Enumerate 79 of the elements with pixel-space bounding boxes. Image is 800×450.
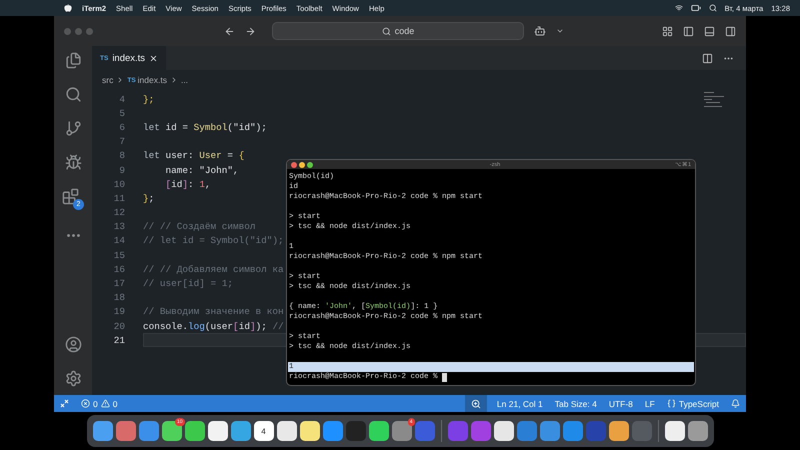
language-mode[interactable]: TypeScript: [660, 398, 725, 408]
zoom-icon[interactable]: [464, 395, 487, 412]
app-icon[interactable]: [608, 421, 628, 441]
line-number: 14: [112, 235, 125, 246]
line-number: 8: [118, 150, 125, 162]
calendar-date: 4: [261, 426, 266, 436]
close-icon[interactable]: [149, 54, 158, 62]
account-icon[interactable]: [64, 336, 82, 353]
battery-icon[interactable]: [690, 3, 701, 13]
robot-icon[interactable]: [534, 25, 546, 37]
code-line: };: [143, 192, 154, 206]
status-item[interactable]: Tab Size: 4: [548, 398, 603, 408]
line-number: 11: [112, 192, 125, 204]
chevron-icon[interactable]: [556, 27, 564, 35]
app-icon[interactable]: [300, 421, 320, 441]
line-number: 5: [118, 108, 125, 119]
line-number: 9: [118, 164, 125, 176]
status-item[interactable]: Ln 21, Col 1: [490, 398, 549, 408]
app-icon[interactable]: [208, 421, 228, 441]
status-item[interactable]: LF: [638, 398, 661, 408]
app-icon[interactable]: [368, 421, 388, 441]
breadcrumb[interactable]: ...: [180, 75, 188, 85]
forward-icon[interactable]: [245, 26, 256, 36]
apple-icon[interactable]: [64, 4, 72, 12]
text-cursor: [442, 372, 447, 382]
panel-icon[interactable]: [683, 26, 694, 36]
line-number: 10: [112, 178, 125, 190]
line-number: 19: [112, 306, 125, 318]
app-icon[interactable]: [92, 421, 112, 441]
line-number: 21: [112, 334, 125, 346]
branch-icon[interactable]: [64, 120, 82, 137]
code-line: // let id = Symbol("id");: [143, 234, 284, 248]
debug-icon[interactable]: [64, 154, 82, 171]
close-button[interactable]: [291, 162, 297, 168]
layout-icon[interactable]: [662, 26, 673, 36]
code-line: // // Добавляем символ ка: [143, 262, 284, 276]
line-number: 7: [118, 136, 125, 148]
line-number: 20: [112, 320, 125, 332]
panel-icon[interactable]: [725, 26, 736, 36]
files-icon[interactable]: [64, 52, 82, 69]
search-icon[interactable]: [708, 4, 717, 12]
app-icon[interactable]: [664, 421, 684, 441]
settings-icon[interactable]: [64, 370, 82, 387]
back-icon[interactable]: [224, 26, 235, 36]
app-icon[interactable]: [276, 421, 296, 441]
code-line: name: "John",: [166, 164, 239, 178]
code-line: // user[id] = 1;: [143, 277, 234, 291]
line-number: 16: [112, 264, 125, 275]
split-icon[interactable]: [702, 52, 713, 64]
code-line: [id]: 1,: [166, 178, 211, 192]
app-icon[interactable]: [688, 421, 708, 441]
app-icon[interactable]: [230, 421, 250, 441]
wifi-icon[interactable]: [674, 4, 683, 12]
line-number: 17: [112, 278, 125, 290]
braces-icon: [666, 399, 676, 408]
app-icon[interactable]: [494, 421, 514, 441]
code-line: console.log(user[id]); //: [143, 320, 284, 334]
panel-icon[interactable]: [704, 26, 715, 36]
status-item[interactable]: UTF-8: [602, 398, 639, 408]
code-line: let user: User = {: [143, 149, 244, 163]
line-number: 6: [118, 122, 125, 133]
breadcrumb[interactable]: src: [102, 75, 114, 85]
zoom-button[interactable]: [307, 162, 313, 168]
line-number: 13: [112, 221, 125, 232]
line-number: 18: [112, 292, 125, 304]
code-line: let id = Symbol("id");: [143, 120, 267, 135]
code-line: };: [143, 92, 154, 106]
minimize-button[interactable]: [299, 162, 305, 168]
line-number: 4: [118, 94, 125, 105]
line-number: 15: [112, 250, 125, 261]
problems-indicator[interactable]: 0 0: [75, 398, 124, 408]
app-icon[interactable]: [184, 421, 204, 441]
code-line: // Выводим значение в кон: [143, 305, 284, 319]
line-number: 12: [112, 207, 125, 218]
search-field[interactable]: code: [272, 22, 524, 40]
minimap-drawing: [704, 92, 724, 107]
search-icon: [382, 26, 391, 36]
code-line: // // Создаём символ: [143, 220, 256, 234]
app-icon[interactable]: 4: [254, 421, 274, 441]
